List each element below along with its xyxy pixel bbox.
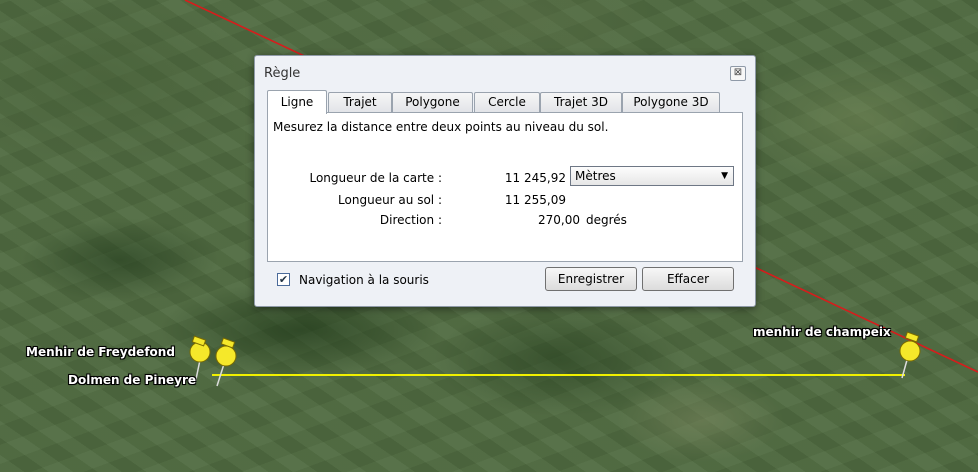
tab-cercle[interactable]: Cercle	[474, 92, 540, 112]
placemark-label[interactable]: Dolmen de Pineyre	[68, 373, 196, 387]
placemark-label[interactable]: menhir de champeix	[753, 325, 891, 339]
clear-button[interactable]: Effacer	[642, 267, 734, 291]
direction-value: 270,00	[538, 213, 580, 227]
close-icon[interactable]: ⊠	[730, 66, 746, 81]
tab-polygone-3d[interactable]: Polygone 3D	[622, 92, 720, 112]
placemark-label[interactable]: Menhir de Freydefond	[26, 345, 175, 359]
tab-polygone[interactable]: Polygone	[392, 92, 473, 112]
map-length-label: Longueur de la carte :	[309, 171, 442, 185]
ruler-dialog: Règle ⊠ Ligne Trajet Polygone Cercle Tra…	[254, 55, 756, 307]
dialog-title: Règle	[264, 66, 301, 81]
tab-trajet-3d[interactable]: Trajet 3D	[540, 92, 622, 112]
map-length-value: 11 245,92	[504, 171, 566, 185]
description-text: Mesurez la distance entre deux points au…	[273, 120, 609, 134]
save-button[interactable]: Enregistrer	[545, 267, 637, 291]
tab-trajet[interactable]: Trajet	[328, 92, 392, 112]
pushpin-icon[interactable]	[215, 337, 237, 387]
chevron-down-icon: ▼	[721, 171, 728, 181]
mouse-navigation-label: Navigation à la souris	[299, 273, 429, 287]
ground-length-label: Longueur au sol :	[338, 193, 442, 207]
ground-length-value: 11 255,09	[504, 193, 566, 207]
direction-label: Direction :	[379, 213, 442, 227]
tab-panel: Mesurez la distance entre deux points au…	[267, 112, 743, 262]
direction-unit: degrés	[586, 213, 627, 227]
mouse-navigation-checkbox[interactable]: ✔	[277, 273, 290, 286]
unit-select-value: Mètres	[575, 169, 616, 183]
tab-ligne[interactable]: Ligne	[267, 90, 327, 114]
unit-select[interactable]: Mètres ▼	[570, 166, 734, 186]
pushpin-icon[interactable]	[899, 331, 921, 379]
